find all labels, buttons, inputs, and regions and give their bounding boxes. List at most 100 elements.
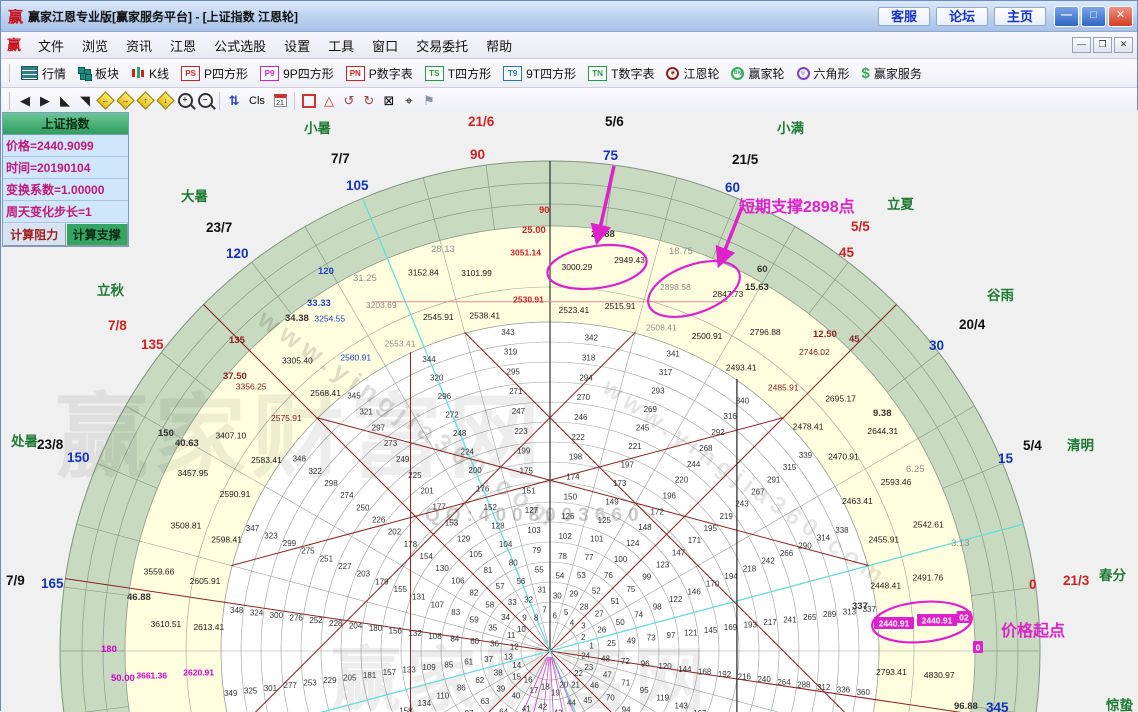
mdi-restore-button[interactable]: ❐	[1093, 37, 1112, 53]
toolbar-item-9P四方形[interactable]: P99P四方形	[254, 63, 340, 84]
draw-tool-△[interactable]: △	[319, 92, 339, 110]
svg-text:245: 245	[636, 423, 650, 432]
svg-text:31.25: 31.25	[353, 273, 377, 284]
draw-tool-↺[interactable]: ↺	[339, 92, 359, 110]
toolbar-item-P四方形[interactable]: PSP四方形	[175, 63, 254, 84]
svg-text:51: 51	[611, 597, 620, 606]
diamond-arrow-icon: →	[116, 91, 134, 109]
mdi-close-button[interactable]: ✕	[1114, 37, 1133, 53]
menu-item-设置[interactable]: 设置	[275, 34, 319, 57]
draw-tool-dia-left[interactable]: ←	[95, 92, 115, 110]
svg-text:8: 8	[534, 614, 539, 623]
draw-tool-◥[interactable]: ◥	[75, 92, 95, 110]
svg-text:35: 35	[488, 623, 497, 632]
toolbar-item-9T四方形[interactable]: T99T四方形	[497, 63, 582, 84]
toolbar-item-T四方形[interactable]: TST四方形	[419, 63, 497, 84]
toolbar-item-行情[interactable]: 行情	[15, 63, 72, 84]
draw-tool-⚑[interactable]: ⚑	[419, 92, 439, 110]
menu-item-文件[interactable]: 文件	[29, 34, 73, 57]
svg-text:3610.51: 3610.51	[151, 619, 182, 629]
svg-text:立秋: 立秋	[97, 282, 124, 298]
svg-text:2542.61: 2542.61	[913, 519, 944, 529]
svg-text:21/3: 21/3	[1063, 573, 1090, 588]
draw-tool-dia-up[interactable]: ↑	[135, 92, 155, 110]
toolbar-item-赢家轮[interactable]: Big赢家轮	[725, 63, 790, 84]
svg-text:135: 135	[229, 335, 246, 346]
svg-text:7/9: 7/9	[6, 573, 25, 588]
draw-tool-◣[interactable]: ◣	[55, 92, 75, 110]
svg-text:3.13: 3.13	[951, 538, 970, 549]
menu-item-工具[interactable]: 工具	[319, 34, 363, 57]
toolbar-item-板块[interactable]: 板块	[72, 63, 125, 84]
svg-text:268: 268	[699, 444, 713, 453]
svg-text:34: 34	[501, 613, 510, 622]
toolbar-item-江恩轮[interactable]: ◉江恩轮	[660, 63, 725, 84]
svg-text:273: 273	[384, 439, 398, 448]
calc-support-button[interactable]: 计算支撑	[66, 223, 129, 246]
close-button[interactable]: ✕	[1108, 6, 1133, 27]
svg-text:180: 180	[101, 644, 117, 655]
menu-item-窗口[interactable]: 窗口	[363, 34, 407, 57]
draw-tool-Cls[interactable]: Cls	[244, 92, 270, 110]
svg-text:270: 270	[577, 393, 591, 402]
draw-tool-⇅[interactable]: ⇅	[224, 92, 244, 110]
menu-item-交易委托[interactable]: 交易委托	[407, 34, 477, 57]
svg-text:9.38: 9.38	[873, 408, 892, 419]
toolbar-item-T数字表[interactable]: TNT数字表	[582, 63, 660, 84]
menu-item-江恩[interactable]: 江恩	[161, 34, 205, 57]
svg-text:179: 179	[375, 577, 389, 586]
svg-text:2695.17: 2695.17	[825, 393, 856, 403]
title-link-主页[interactable]: 主页	[994, 7, 1046, 26]
menu-item-浏览[interactable]: 浏览	[73, 34, 117, 57]
svg-text:348: 348	[230, 606, 244, 615]
svg-text:317: 317	[659, 368, 673, 377]
svg-text:297: 297	[372, 423, 386, 432]
toolbar-item-P数字表[interactable]: PNP数字表	[340, 63, 419, 84]
svg-text:23/7: 23/7	[206, 220, 232, 235]
draw-tool-zoom-out[interactable]: −	[195, 92, 215, 110]
svg-text:42: 42	[538, 703, 547, 712]
wheel-canvas[interactable]: 上证指数 价格=2440.9099时间=20190104变换系数=1.00000…	[1, 110, 1138, 712]
badge-icon-T9: T9	[503, 66, 522, 81]
draw-tool-dia-down[interactable]: ↓	[155, 92, 175, 110]
svg-text:3: 3	[581, 621, 586, 630]
svg-text:127: 127	[525, 506, 539, 515]
draw-tool-cal[interactable]: 21	[270, 92, 290, 110]
svg-text:18.75: 18.75	[669, 246, 693, 257]
svg-text:21: 21	[571, 680, 580, 689]
svg-text:264: 264	[777, 678, 791, 687]
draw-tool-zoom-in[interactable]: +	[175, 92, 195, 110]
toolbar-item-赢家服务[interactable]: $赢家服务	[856, 63, 928, 84]
draw-tool-◀[interactable]: ◀	[15, 92, 35, 110]
toolbar-item-K线[interactable]: K线	[125, 63, 175, 84]
svg-text:320: 320	[430, 374, 444, 383]
minimize-button[interactable]: —	[1054, 6, 1079, 27]
title-link-论坛[interactable]: 论坛	[936, 7, 988, 26]
svg-text:203: 203	[357, 570, 371, 579]
mdi-minimize-button[interactable]: —	[1072, 37, 1091, 53]
draw-tool-↻[interactable]: ↻	[359, 92, 379, 110]
svg-text:立夏: 立夏	[887, 196, 915, 212]
svg-text:3559.66: 3559.66	[144, 566, 175, 576]
title-link-客服[interactable]: 客服	[878, 7, 930, 26]
svg-text:37.50: 37.50	[223, 371, 247, 382]
main-toolbar: 行情板块K线PSP四方形P99P四方形PNP数字表TST四方形T99T四方形TN…	[1, 59, 1137, 88]
svg-text:243: 243	[735, 500, 749, 509]
svg-text:360: 360	[857, 688, 871, 697]
draw-tool-⌖[interactable]: ⌖	[399, 92, 419, 110]
draw-tool-⊠[interactable]: ⊠	[379, 92, 399, 110]
svg-text:108: 108	[428, 632, 442, 641]
menu-item-公式选股[interactable]: 公式选股	[205, 34, 275, 57]
menu-item-资讯[interactable]: 资讯	[117, 34, 161, 57]
svg-text:204: 204	[349, 621, 363, 630]
menu-item-帮助[interactable]: 帮助	[477, 34, 521, 57]
calc-resistance-button[interactable]: 计算阻力	[3, 223, 66, 246]
svg-text:58: 58	[485, 601, 494, 610]
draw-tool-rsq[interactable]	[299, 92, 319, 110]
draw-tool-dia-right[interactable]: →	[115, 92, 135, 110]
svg-text:250: 250	[356, 503, 370, 512]
svg-text:126: 126	[561, 512, 575, 521]
draw-tool-▶[interactable]: ▶	[35, 92, 55, 110]
toolbar-item-六角形[interactable]: ◎六角形	[791, 63, 856, 84]
maximize-button[interactable]: □	[1081, 6, 1106, 27]
